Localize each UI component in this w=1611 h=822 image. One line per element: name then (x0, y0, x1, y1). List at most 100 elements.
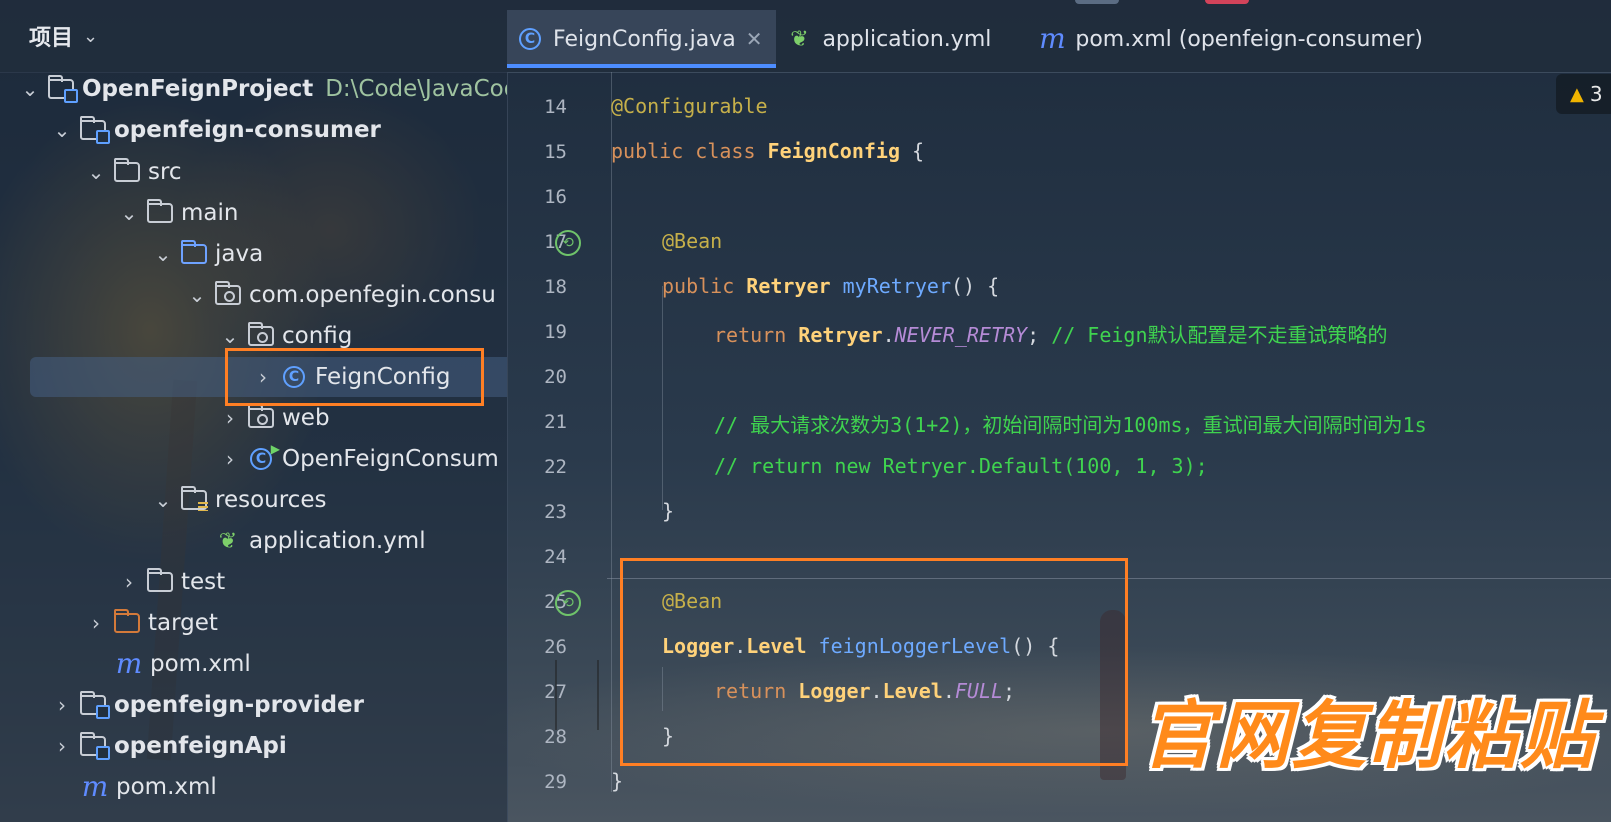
code-token: @Configurable (611, 94, 768, 118)
code-token: . (882, 323, 895, 347)
tree-item-label: web (282, 405, 330, 431)
tree-item-label: java (215, 241, 264, 267)
tree-item-root-pom-xml[interactable]: m pom.xml (0, 767, 507, 807)
tree-item-label: openfeign-provider (114, 692, 365, 718)
code-token: myRetryer (830, 274, 952, 298)
tree-item-pom-xml[interactable]: m pom.xml (0, 644, 507, 684)
code-token: FeignConfig (767, 139, 900, 163)
tree-item-application-yml[interactable]: ❦ application.yml (0, 521, 507, 561)
tree-item-root[interactable]: ⌄ OpenFeignProject D:\Code\JavaCod (0, 72, 508, 109)
indent-guide (662, 286, 663, 510)
class-icon: C (517, 26, 543, 52)
chevron-down-icon[interactable]: ⌄ (151, 242, 175, 266)
project-tree: ⌄ OpenFeignProject D:\Code\JavaCod ⌄ ope… (0, 72, 508, 822)
project-view-header[interactable]: 项目 ⌄ (0, 0, 507, 72)
tree-item-label: pom.xml (116, 774, 217, 800)
line-number: 27 (544, 681, 567, 703)
tree-item-label: resources (215, 487, 327, 513)
chevron-right-icon[interactable]: › (218, 447, 242, 471)
tree-item-src[interactable]: ⌄ src (0, 152, 507, 192)
chevron-down-icon[interactable]: ⌄ (185, 283, 209, 307)
tree-item-label: src (148, 159, 182, 185)
code-line[interactable]: // return new Retryer.Default(100, 1, 3)… (714, 454, 1208, 478)
maven-icon: m (81, 770, 109, 803)
code-comment: // 最大请求次数为3(1+2)，初始间隔时间为100ms，重试间最大间隔时间为… (714, 413, 1427, 437)
top-bar: 项目 ⌄ C FeignConfig.java ✕ ❦ application.… (0, 0, 1611, 73)
code-line[interactable]: } (662, 499, 674, 523)
chevron-down-icon[interactable]: ⌄ (50, 118, 74, 142)
tree-item-application-class[interactable]: › C ▶ OpenFeignConsum (0, 439, 507, 479)
bean-gutter-icon[interactable]: ⟲ (555, 590, 581, 616)
tree-item-label: config (282, 323, 353, 349)
code-token: return (714, 323, 799, 347)
close-icon[interactable]: ✕ (746, 27, 763, 51)
package-icon (213, 281, 243, 308)
code-line[interactable]: return Retryer.NEVER_RETRY; // Feign默认配置… (714, 319, 1388, 348)
code-line[interactable]: } (611, 769, 623, 793)
line-number: 18 (544, 276, 567, 298)
editor-tabs: C FeignConfig.java ✕ ❦ application.yml m… (507, 10, 1437, 68)
chevron-down-icon[interactable]: ⌄ (83, 26, 98, 47)
tree-item-label: openfeignApi (114, 733, 287, 759)
tree-item-java[interactable]: ⌄ java (0, 234, 507, 274)
chevron-right-icon[interactable]: › (218, 406, 242, 430)
maven-icon: m (1039, 22, 1066, 55)
tree-item-label: application.yml (249, 528, 426, 554)
tree-item-resources[interactable]: ⌄ resources (0, 480, 507, 520)
code-line[interactable]: public class FeignConfig { (611, 139, 924, 163)
tree-item-package[interactable]: ⌄ com.openfegin.consu (0, 275, 507, 315)
indent-guide (611, 72, 612, 792)
tab-pom-xml[interactable]: m pom.xml (openfeign-consumer) (1005, 10, 1437, 68)
code-token: () { (951, 274, 1000, 298)
warnings-indicator[interactable]: ▲ 3 (1556, 74, 1611, 114)
bean-gutter-icon[interactable]: ⟲ (555, 230, 581, 256)
overlay-caption: 官网复制粘贴 (1140, 693, 1596, 779)
tab-label: FeignConfig.java (553, 26, 736, 52)
tab-label: pom.xml (openfeign-consumer) (1075, 26, 1424, 52)
chevron-right-icon[interactable]: › (50, 734, 74, 758)
chevron-down-icon[interactable]: ⌄ (117, 201, 141, 225)
maven-icon: m (115, 647, 143, 680)
highlight-box-logger-bean (620, 558, 1128, 766)
code-token: public class (611, 139, 768, 163)
spring-boot-app-icon: C ▶ (246, 442, 280, 472)
chevron-down-icon[interactable]: ⌄ (18, 77, 42, 101)
line-number: 14 (544, 96, 567, 118)
tree-item-test[interactable]: › test (0, 562, 507, 602)
line-number: 21 (544, 411, 567, 433)
top-decor (1075, 0, 1119, 4)
line-number: 28 (544, 726, 567, 748)
code-line[interactable]: // 最大请求次数为3(1+2)，初始间隔时间为100ms，重试间最大间隔时间为… (714, 409, 1427, 438)
line-number: 16 (544, 186, 567, 208)
chevron-right-icon[interactable]: › (84, 611, 108, 635)
package-icon (246, 404, 276, 431)
tree-item-openfeignapi[interactable]: › openfeignApi (0, 726, 507, 766)
tree-item-label: main (181, 200, 239, 226)
chevron-down-icon[interactable]: ⌄ (84, 160, 108, 184)
code-line[interactable]: public Retryer myRetryer() { (662, 274, 999, 298)
tree-item-label: test (181, 569, 226, 595)
tree-item-label: OpenFeignConsum (282, 446, 499, 472)
module-folder-icon (46, 75, 78, 103)
code-token: @Bean (662, 229, 723, 253)
code-token: public (662, 274, 747, 298)
chevron-down-icon[interactable]: ⌄ (218, 324, 242, 348)
tree-item-path: D:\Code\JavaCod (325, 76, 508, 102)
chevron-down-icon[interactable]: ⌄ (151, 488, 175, 512)
spring-yml-icon: ❦ (218, 528, 238, 554)
tree-item-openfeign-provider[interactable]: › openfeign-provider (0, 685, 507, 725)
tab-application-yml[interactable]: ❦ application.yml (776, 10, 1005, 68)
tree-item-openfeign-consumer[interactable]: ⌄ openfeign-consumer (0, 110, 507, 150)
line-number: 20 (544, 366, 567, 388)
module-folder-icon (78, 732, 110, 760)
tree-item-main[interactable]: ⌄ main (0, 193, 507, 233)
line-number: 15 (544, 141, 567, 163)
tab-feignconfig-java[interactable]: C FeignConfig.java ✕ (507, 10, 777, 68)
tree-item-target[interactable]: › target (0, 603, 507, 643)
chevron-right-icon[interactable]: › (117, 570, 141, 594)
code-line[interactable]: @Bean (662, 229, 722, 253)
code-token: Retryer (798, 323, 883, 347)
chevron-right-icon[interactable]: › (50, 693, 74, 717)
line-number: 19 (544, 321, 567, 343)
code-line[interactable]: @Configurable (611, 94, 768, 118)
